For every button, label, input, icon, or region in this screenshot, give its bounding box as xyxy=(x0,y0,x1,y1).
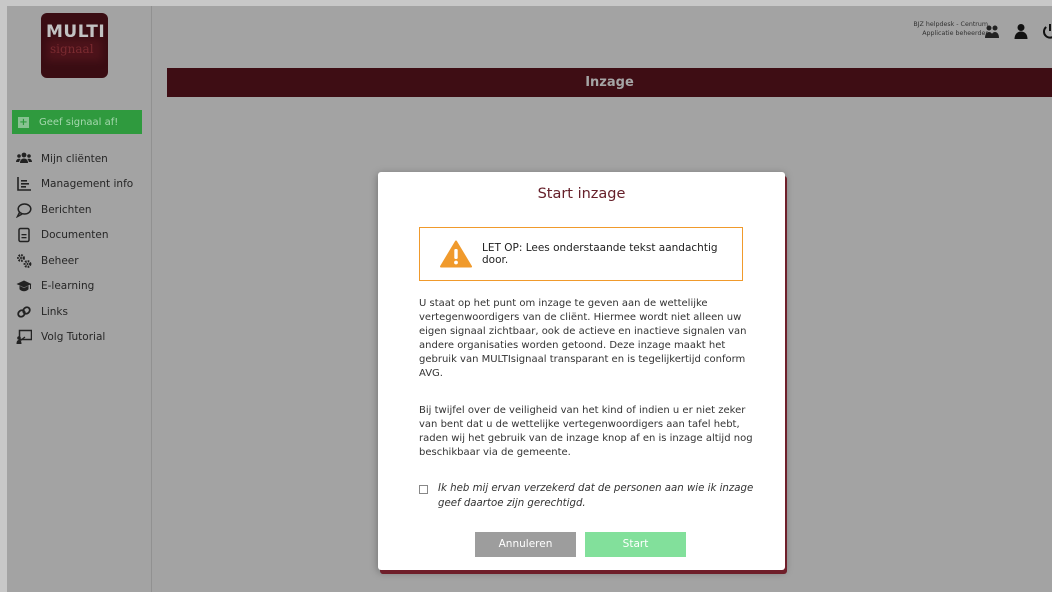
start-button[interactable]: Start xyxy=(585,532,686,557)
list-chart-icon xyxy=(17,177,31,192)
sidebar-item-label: Berichten xyxy=(41,203,92,216)
sidebar-item-management-info[interactable]: Management info xyxy=(16,172,133,198)
sidebar-item-messages[interactable]: Berichten xyxy=(16,197,133,223)
warning-box: LET OP: Lees onderstaande tekst aandacht… xyxy=(419,227,743,281)
user-role: Applicatie beheerder xyxy=(922,30,988,37)
info-paragraph-1: U staat op het punt om inzage te geven a… xyxy=(419,298,747,380)
sidebar-item-label: Volg Tutorial xyxy=(41,331,106,344)
confirmation-row: Ik heb mij ervan verzekerd dat de person… xyxy=(419,482,754,511)
sidebar-item-clients[interactable]: Mijn cliënten xyxy=(16,146,133,172)
presentation-icon xyxy=(16,330,32,345)
sidebar-item-documents[interactable]: Documenten xyxy=(16,223,133,249)
logo-line2: signaal xyxy=(50,42,94,56)
sidebar: MULTI signaal + Geef signaal af! Mijn cl… xyxy=(7,6,152,592)
dialog-title: Start inzage xyxy=(537,186,626,202)
speech-bubble-icon xyxy=(16,203,32,218)
sidebar-item-admin[interactable]: Beheer xyxy=(16,248,133,274)
sidebar-item-label: Beheer xyxy=(41,254,79,267)
sidebar-item-label: Management info xyxy=(41,178,134,191)
start-inzage-dialog: Start inzage LET OP: Lees onderstaande t… xyxy=(378,172,785,570)
logo-line1: MULTI xyxy=(46,22,106,42)
link-icon xyxy=(17,306,31,318)
sidebar-item-label: Links xyxy=(41,305,68,318)
user-profile-icon[interactable] xyxy=(1013,23,1029,39)
sidebar-item-tutorial[interactable]: Volg Tutorial xyxy=(16,325,133,351)
page-title-banner: Inzage xyxy=(167,68,1052,97)
app-window: MULTI signaal + Geef signaal af! Mijn cl… xyxy=(7,6,1052,592)
give-signal-label: Geef signaal af! xyxy=(39,116,119,128)
warning-icon xyxy=(440,240,472,268)
sidebar-item-label: Documenten xyxy=(41,229,109,242)
power-logout-icon[interactable] xyxy=(1042,23,1052,39)
warning-text: LET OP: Lees onderstaande tekst aandacht… xyxy=(482,242,718,266)
sidebar-item-label: Mijn cliënten xyxy=(41,152,108,165)
sidebar-item-label: E-learning xyxy=(41,280,95,293)
user-organisation: BJZ helpdesk - Centrum xyxy=(913,21,988,28)
multisignaal-logo[interactable]: MULTI signaal xyxy=(41,13,108,78)
user-info: BJZ helpdesk - Centrum Applicatie beheer… xyxy=(913,20,988,38)
give-signal-button[interactable]: + Geef signaal af! xyxy=(12,110,142,134)
cancel-button[interactable]: Annuleren xyxy=(475,532,576,557)
sidebar-item-links[interactable]: Links xyxy=(16,299,133,325)
users-icon xyxy=(16,152,32,163)
info-paragraph-2: Bij twijfel over de veiligheid van het k… xyxy=(419,405,753,459)
document-icon xyxy=(18,228,30,243)
switch-role-icon[interactable] xyxy=(984,23,1000,39)
graduation-cap-icon xyxy=(16,280,32,292)
confirmation-checkbox[interactable] xyxy=(419,485,428,494)
sidebar-item-elearning[interactable]: E-learning xyxy=(16,274,133,300)
sidebar-nav: Mijn cliënten Management info Berichten … xyxy=(16,146,133,350)
plus-icon: + xyxy=(18,116,29,128)
confirmation-label[interactable]: Ik heb mij ervan verzekerd dat de person… xyxy=(438,482,754,511)
gears-icon xyxy=(17,253,32,268)
